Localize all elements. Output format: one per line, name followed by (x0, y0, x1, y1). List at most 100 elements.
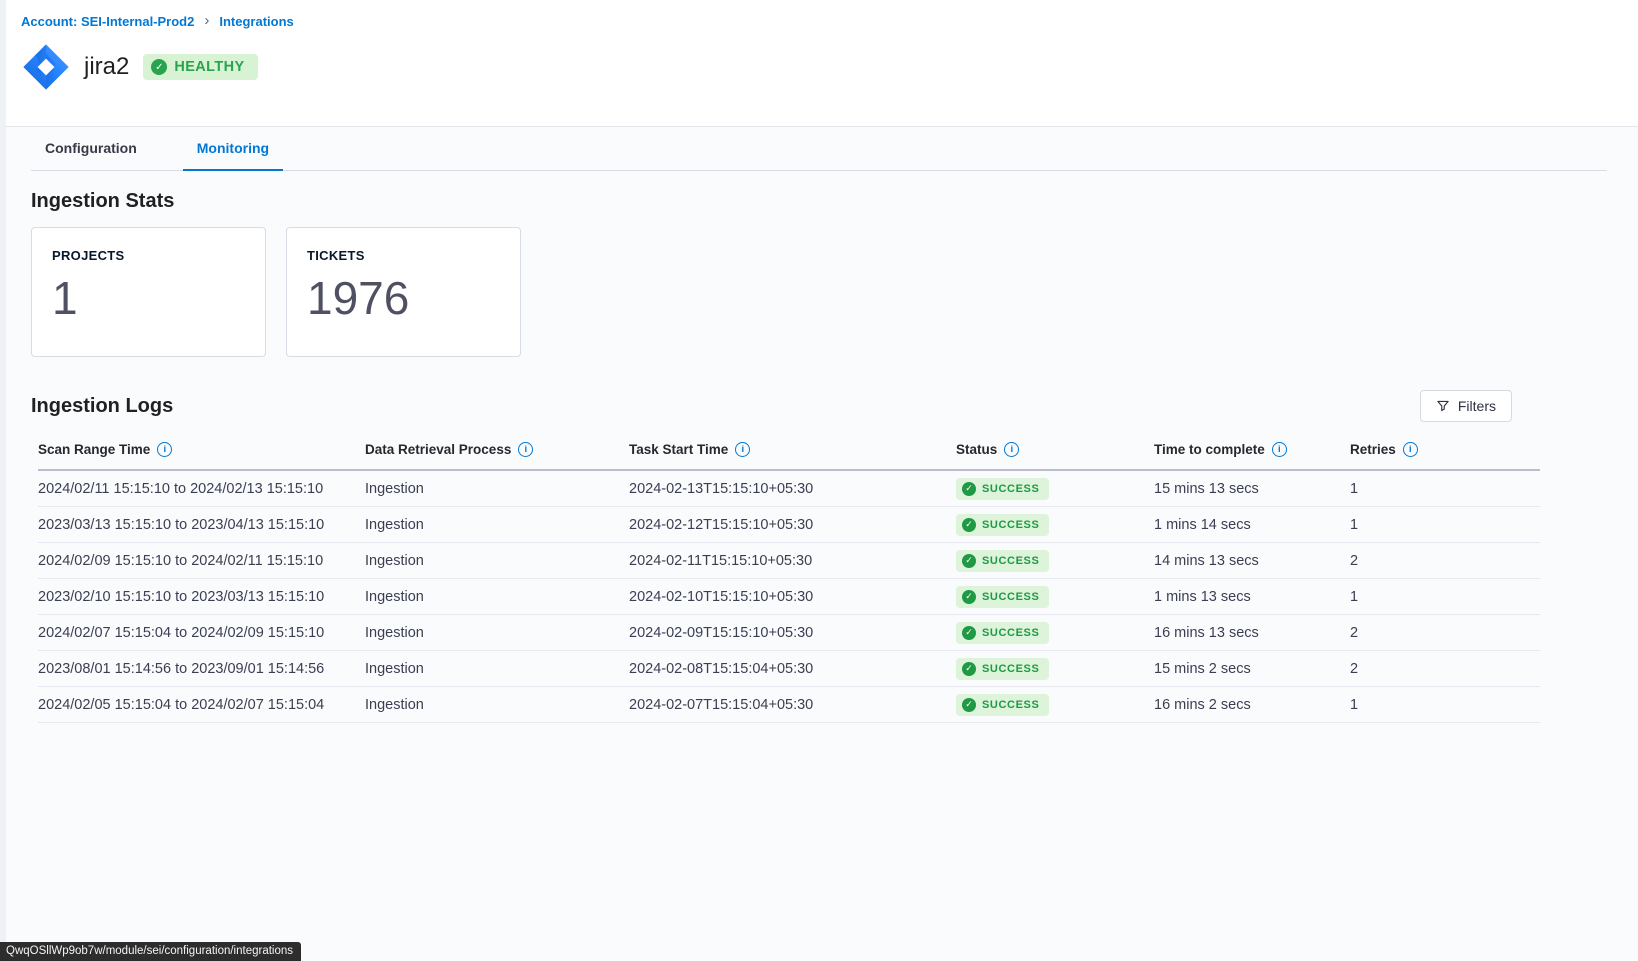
ingestion-logs-header-row: Ingestion Logs Filters (31, 390, 1607, 422)
check-circle-icon: ✓ (962, 698, 976, 712)
breadcrumb-integrations-link[interactable]: Integrations (219, 14, 293, 29)
info-icon[interactable]: i (1272, 442, 1287, 457)
check-circle-icon: ✓ (962, 590, 976, 604)
column-header-scan-range-time: Scan Range Timei (38, 442, 365, 457)
column-header-task-start-time: Task Start Time i (629, 442, 956, 457)
cell-retries: 2 (1350, 625, 1540, 641)
table-row: 2024/02/11 15:15:10 to 2024/02/13 15:15:… (38, 471, 1540, 507)
cell-data-retrieval-process: Ingestion (365, 481, 629, 497)
cell-task-start-time: 2024-02-08T15:15:04+05:30 (629, 661, 956, 677)
column-header-data-retrieval-process: Data Retrieval Process i (365, 442, 629, 457)
status-badge-text: SUCCESS (982, 555, 1039, 567)
info-icon[interactable]: i (518, 442, 533, 457)
stat-card-tickets: TICKETS1976 (286, 227, 521, 357)
tab-configuration[interactable]: Configuration (31, 127, 151, 170)
info-icon[interactable]: i (735, 442, 750, 457)
cell-scan-range-time: 2024/02/07 15:15:04 to 2024/02/09 15:15:… (38, 625, 365, 641)
status-badge-text: SUCCESS (982, 483, 1039, 495)
cell-status: ✓SUCCESS (956, 658, 1154, 680)
table-row: 2023/03/13 15:15:10 to 2023/04/13 15:15:… (38, 507, 1540, 543)
tabs: Configuration Monitoring (31, 127, 1607, 171)
check-circle-icon: ✓ (962, 626, 976, 640)
link-url-preview: QwqOSllWp9ob7w/module/sei/configuration/… (0, 942, 301, 961)
column-header-retries: Retries i (1350, 442, 1540, 457)
stat-cards: PROJECTS1TICKETS1976 (31, 227, 1607, 357)
cell-data-retrieval-process: Ingestion (365, 661, 629, 677)
cell-scan-range-time: 2024/02/11 15:15:10 to 2024/02/13 15:15:… (38, 481, 365, 497)
stat-card-value: 1976 (307, 275, 500, 321)
info-icon[interactable]: i (1004, 442, 1019, 457)
cell-status: ✓ SUCCESS (956, 694, 1154, 716)
info-icon[interactable]: i (1403, 442, 1418, 457)
logs-table-header: Scan Range TimeiData Retrieval ProcessiT… (38, 434, 1540, 471)
status-badge-text: SUCCESS (982, 699, 1039, 711)
cell-task-start-time: 2024-02-12T15:15:10+05:30 (629, 517, 956, 533)
cell-task-start-time: 2024-02-07T15:15:04+05:30 (629, 697, 956, 713)
status-badge: ✓SUCCESS (956, 586, 1049, 608)
column-header-label: Task Start Time (629, 442, 728, 457)
logs-table-body: 2024/02/11 15:15:10 to 2024/02/13 15:15:… (38, 471, 1540, 723)
cell-task-start-time: 2024-02-11T15:15:10+05:30 (629, 553, 956, 569)
column-header-label: Data Retrieval Process (365, 442, 511, 457)
page-title: jira2 (84, 53, 129, 81)
status-badge: ✓ SUCCESS (956, 694, 1049, 716)
cell-data-retrieval-process: Ingestion (365, 517, 629, 533)
cell-retries: 2 (1350, 553, 1540, 569)
cell-time-to-complete: 1 mins 13 secs (1154, 589, 1350, 605)
ingestion-stats-heading: Ingestion Stats (31, 171, 1607, 213)
table-row: 2023/08/01 15:14:56 to 2023/09/01 15:14:… (38, 651, 1540, 687)
cell-data-retrieval-process: Ingestion (365, 553, 629, 569)
ingestion-logs-table: Scan Range TimeiData Retrieval ProcessiT… (38, 434, 1540, 723)
table-row: 2024/02/07 15:15:04 to 2024/02/09 15:15:… (38, 615, 1540, 651)
filters-button-label: Filters (1458, 398, 1496, 414)
cell-time-to-complete: 16 mins 13 secs (1154, 625, 1350, 641)
cell-scan-range-time: 2023/02/10 15:15:10 to 2023/03/13 15:15:… (38, 589, 365, 605)
cell-retries: 2 (1350, 661, 1540, 677)
check-circle-icon: ✓ (962, 518, 976, 532)
tab-monitoring[interactable]: Monitoring (183, 127, 283, 171)
status-badge: ✓ SUCCESS (956, 550, 1049, 572)
cell-status: ✓ SUCCESS (956, 478, 1154, 500)
cell-scan-range-time: 2024/02/05 15:15:04 to 2024/02/07 15:15:… (38, 697, 365, 713)
integration-title-row: jira2 ✓ HEALTHY (21, 42, 1638, 92)
stat-card-label: PROJECTS (52, 248, 245, 263)
check-circle-icon: ✓ (151, 59, 167, 75)
filter-funnel-icon (1436, 399, 1450, 413)
check-circle-icon: ✓ (962, 482, 976, 496)
jira-logo-icon (21, 42, 71, 92)
status-badge: ✓SUCCESS (956, 658, 1049, 680)
cell-retries: 1 (1350, 481, 1540, 497)
cell-data-retrieval-process: Ingestion (365, 697, 629, 713)
cell-retries: 1 (1350, 697, 1540, 713)
filters-button[interactable]: Filters (1420, 390, 1512, 422)
cell-scan-range-time: 2023/03/13 15:15:10 to 2023/04/13 15:15:… (38, 517, 365, 533)
check-circle-icon: ✓ (962, 554, 976, 568)
cell-status: ✓SUCCESS (956, 586, 1154, 608)
column-header-status: Statusi (956, 442, 1154, 457)
status-badge-text: SUCCESS (982, 663, 1039, 675)
status-badge: ✓ SUCCESS (956, 622, 1049, 644)
cell-scan-range-time: 2023/08/01 15:14:56 to 2023/09/01 15:14:… (38, 661, 365, 677)
cell-task-start-time: 2024-02-10T15:15:10+05:30 (629, 589, 956, 605)
cell-status: ✓ SUCCESS (956, 622, 1154, 644)
health-status-badge: ✓ HEALTHY (143, 54, 257, 80)
table-row: 2023/02/10 15:15:10 to 2023/03/13 15:15:… (38, 579, 1540, 615)
column-header-label: Retries (1350, 442, 1396, 457)
info-icon[interactable]: i (157, 442, 172, 457)
status-badge: ✓ SUCCESS (956, 514, 1049, 536)
status-badge: ✓ SUCCESS (956, 478, 1049, 500)
page-header: Account: SEI-Internal-Prod2 › Integratio… (0, 0, 1638, 127)
cell-time-to-complete: 15 mins 2 secs (1154, 661, 1350, 677)
table-row: 2024/02/09 15:15:10 to 2024/02/11 15:15:… (38, 543, 1540, 579)
main-content: ConfigurationMonitoring Ingestion Stats … (0, 127, 1638, 961)
table-row: 2024/02/05 15:15:04 to 2024/02/07 15:15:… (38, 687, 1540, 723)
chevron-right-icon: › (204, 13, 209, 28)
breadcrumb-account-link[interactable]: Account: SEI-Internal-Prod2 (21, 14, 194, 29)
cell-scan-range-time: 2024/02/09 15:15:10 to 2024/02/11 15:15:… (38, 553, 365, 569)
health-status-text: HEALTHY (174, 59, 244, 75)
status-badge-text: SUCCESS (982, 627, 1039, 639)
cell-task-start-time: 2024-02-13T15:15:10+05:30 (629, 481, 956, 497)
breadcrumb: Account: SEI-Internal-Prod2 › Integratio… (21, 14, 1638, 29)
left-edge-strip (0, 0, 6, 961)
status-badge-text: SUCCESS (982, 519, 1039, 531)
